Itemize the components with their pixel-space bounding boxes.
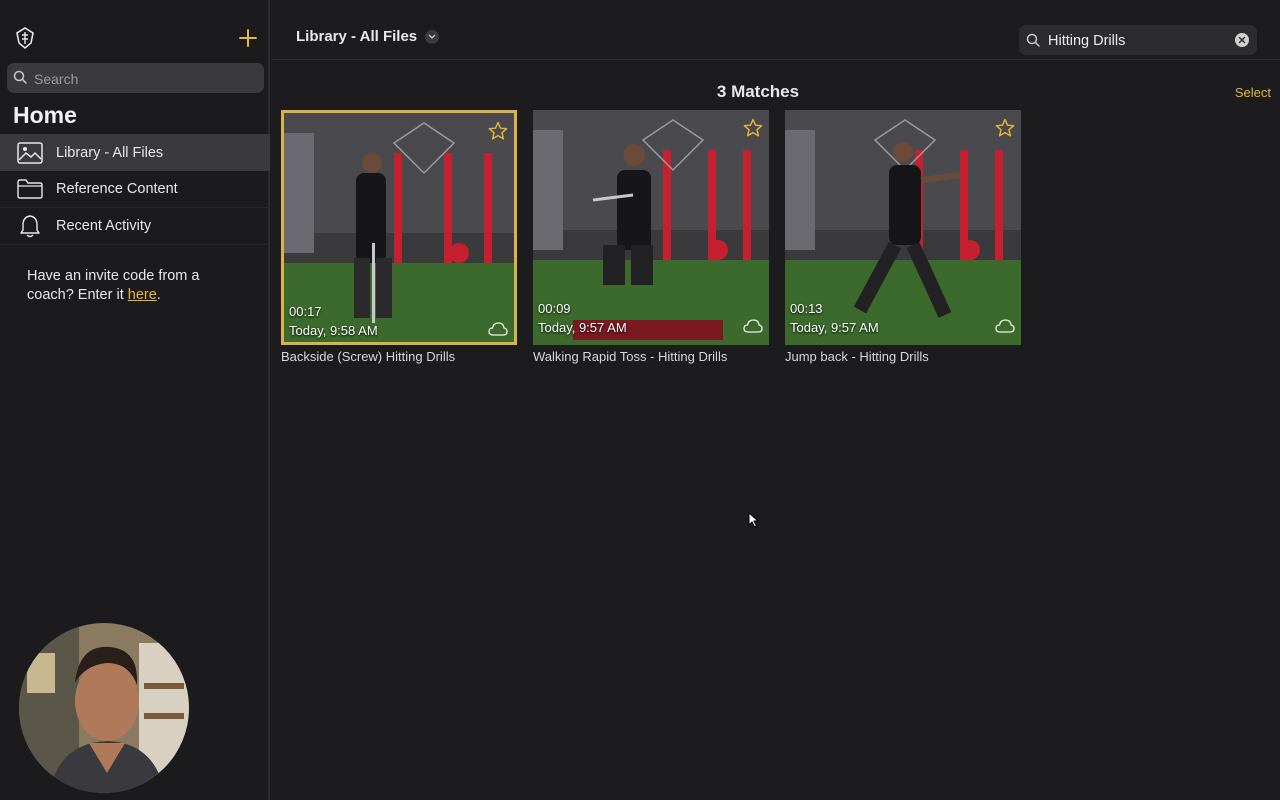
video-thumbnail[interactable]: 00:17 Today, 9:58 AM — [281, 110, 517, 345]
sidebar-item-label: Library - All Files — [56, 144, 164, 161]
search-icon — [13, 70, 27, 84]
favorite-star-icon[interactable] — [488, 121, 508, 141]
sidebar: Home Library - All Files Reference Conte… — [0, 0, 270, 800]
invite-text-suffix: . — [156, 287, 161, 303]
sidebar-item-label: Reference Content — [56, 181, 178, 197]
video-card[interactable]: 00:13 Today, 9:57 AM Jump back - Hitting… — [785, 110, 1021, 364]
video-duration: 00:09 — [538, 301, 571, 316]
library-search-input[interactable] — [1046, 25, 1235, 57]
photo-icon — [16, 139, 44, 167]
chevron-down-icon — [425, 29, 440, 44]
sidebar-item-reference[interactable]: Reference Content — [0, 171, 270, 208]
mouse-cursor-icon — [748, 511, 760, 533]
video-title: Backside (Screw) Hitting Drills — [281, 349, 456, 364]
video-title: Walking Rapid Toss - Hitting Drills — [533, 349, 728, 364]
favorite-star-icon[interactable] — [743, 118, 763, 138]
library-search[interactable] — [1019, 25, 1257, 57]
sidebar-item-library[interactable]: Library - All Files — [0, 134, 270, 171]
sidebar-item-recent-activity[interactable]: Recent Activity — [0, 208, 270, 245]
video-duration: 00:13 — [790, 301, 823, 316]
home-title: Home — [13, 102, 77, 128]
favorite-star-icon[interactable] — [995, 118, 1015, 138]
clear-search-icon[interactable] — [1235, 33, 1249, 47]
video-card[interactable]: 00:17 Today, 9:58 AM Backside (Screw) Hi… — [281, 110, 517, 364]
top-bar: Library - All Files — [272, 0, 1280, 60]
video-thumbnail[interactable]: 00:09 Today, 9:57 AM — [533, 110, 769, 345]
video-thumbnail[interactable]: 00:13 Today, 9:57 AM — [785, 110, 1021, 345]
cloud-icon — [488, 321, 508, 337]
sidebar-item-label: Recent Activity — [56, 218, 152, 234]
cloud-icon — [743, 318, 763, 334]
bell-icon — [16, 212, 44, 240]
sidebar-search-input[interactable] — [32, 63, 261, 95]
webcam-avatar — [19, 623, 189, 793]
invite-text: Have an invite code from a coach? Enter … — [27, 267, 242, 305]
add-button[interactable] — [236, 26, 260, 50]
match-count: 3 Matches — [716, 82, 800, 101]
sidebar-search[interactable] — [7, 63, 264, 95]
search-icon — [1026, 33, 1040, 47]
folder-icon — [16, 175, 44, 203]
cloud-icon — [995, 318, 1015, 334]
select-button[interactable]: Select — [1235, 85, 1271, 100]
invite-link[interactable]: here — [128, 287, 157, 303]
video-title: Jump back - Hitting Drills — [785, 349, 929, 364]
video-date: Today, 9:57 AM — [538, 320, 627, 335]
invite-text-body: Have an invite code from a coach? Enter … — [27, 268, 200, 303]
video-date: Today, 9:57 AM — [790, 320, 879, 335]
library-title: Library - All Files — [296, 28, 418, 45]
video-duration: 00:17 — [289, 304, 322, 319]
app-logo-icon — [13, 26, 37, 50]
library-dropdown[interactable]: Library - All Files — [296, 28, 440, 45]
video-date: Today, 9:58 AM — [289, 323, 378, 338]
video-card[interactable]: 00:09 Today, 9:57 AM Walking Rapid Toss … — [533, 110, 769, 364]
